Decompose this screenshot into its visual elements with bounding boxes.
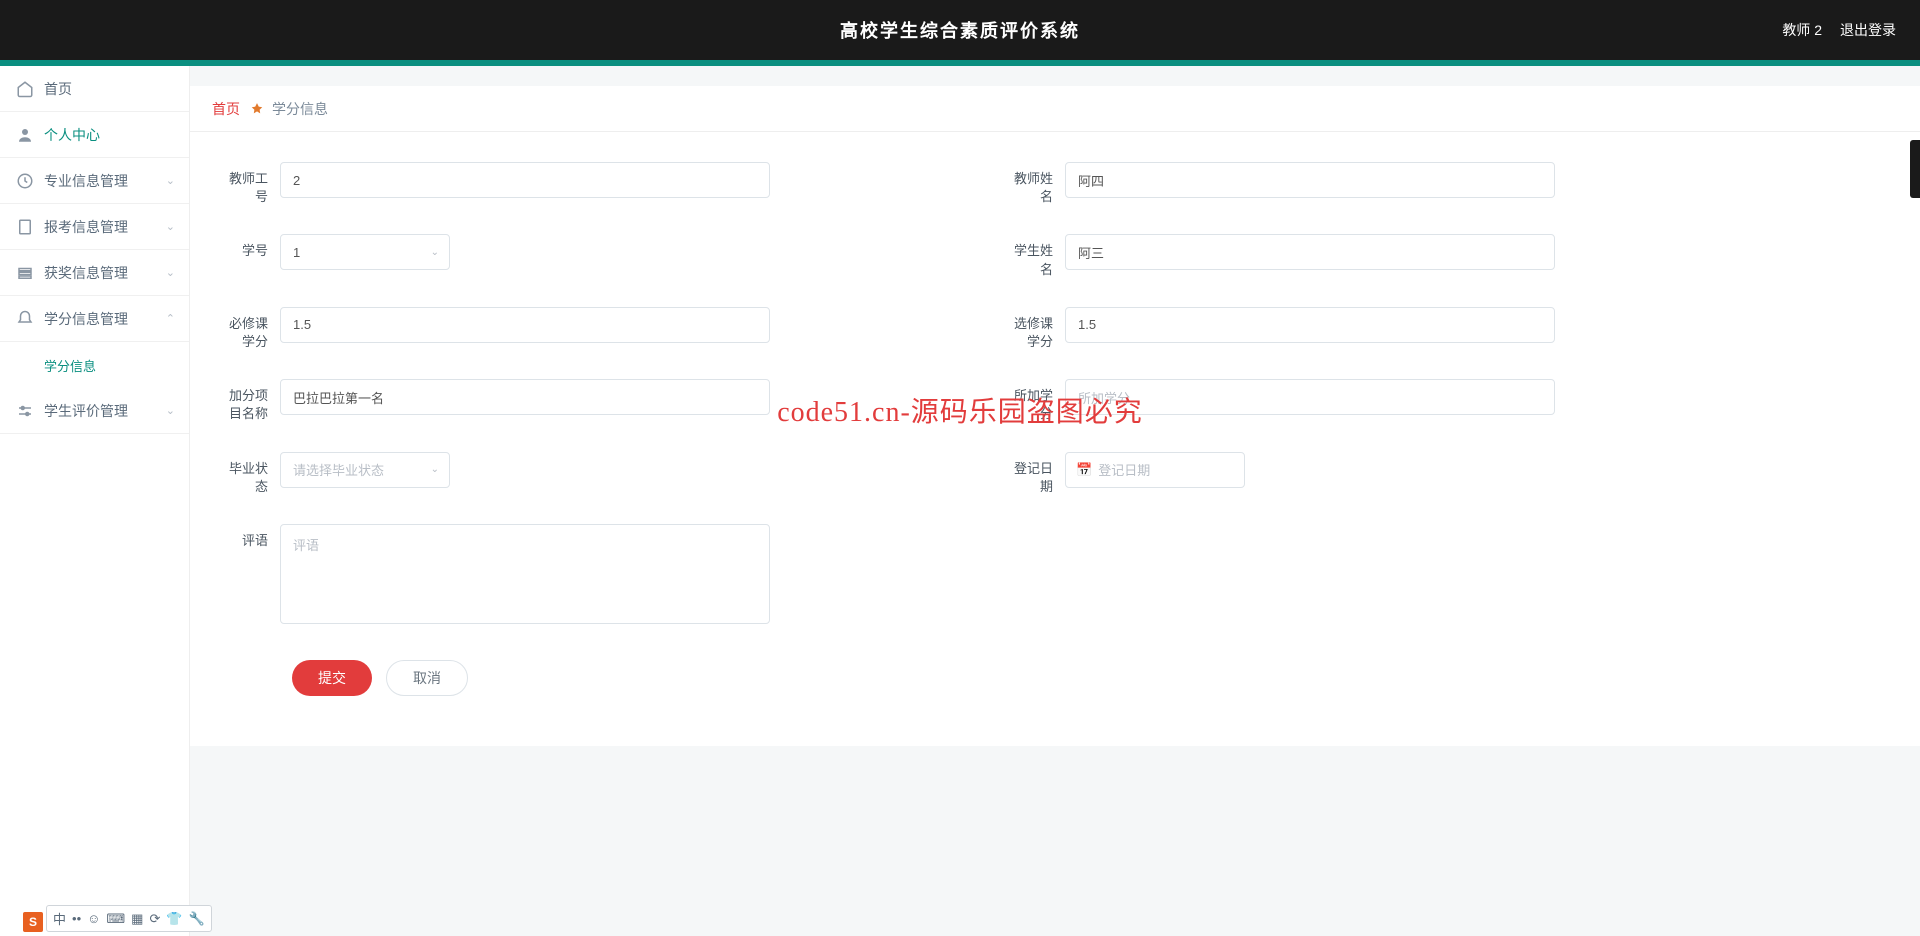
elective-credit-input[interactable]: 1.5	[1065, 307, 1555, 343]
student-no-select[interactable]: 1⌄	[280, 234, 450, 270]
ime-item[interactable]: 中	[53, 909, 66, 928]
ime-item[interactable]: 🔧	[189, 911, 205, 927]
reg-date-input[interactable]: 📅登记日期	[1065, 452, 1245, 488]
elective-credit-label: 选修课学分	[1005, 307, 1065, 351]
chevron-up-icon: ⌃	[166, 312, 175, 325]
clock-icon	[16, 172, 34, 190]
right-side-tab[interactable]	[1910, 140, 1920, 198]
nav-personal-center[interactable]: 个人中心	[0, 112, 189, 158]
grad-status-label: 毕业状态	[220, 452, 280, 496]
teacher-name-input[interactable]: 阿四	[1065, 162, 1555, 198]
breadcrumb-home[interactable]: 首页	[212, 99, 240, 119]
nav-home[interactable]: 首页	[0, 66, 189, 112]
chevron-down-icon: ⌄	[431, 247, 439, 258]
reg-date-label: 登记日期	[1005, 452, 1065, 496]
nav-credit-info-sub[interactable]: 学分信息	[0, 342, 189, 388]
app-title: 高校学生综合素质评价系统	[840, 17, 1080, 43]
required-credit-label: 必修课学分	[220, 307, 280, 351]
student-name-input[interactable]: 阿三	[1065, 234, 1555, 270]
credit-form: 教师工号 2 教师姓名 阿四 学号 1⌄ 学生姓名 阿三 必修课学分 1	[190, 132, 1920, 746]
student-no-label: 学号	[220, 234, 280, 260]
grad-status-select[interactable]: 请选择毕业状态⌄	[280, 452, 450, 488]
accent-bar	[0, 60, 1920, 66]
teacher-name-label: 教师姓名	[1005, 162, 1065, 206]
bonus-name-label: 加分项目名称	[220, 379, 280, 423]
nav-exam-info[interactable]: 报考信息管理 ⌄	[0, 204, 189, 250]
nav-label: 获奖信息管理	[44, 263, 128, 283]
bell-icon	[16, 310, 34, 328]
nav-label: 学分信息管理	[44, 309, 128, 329]
user-icon	[16, 126, 34, 144]
breadcrumb: 首页 学分信息	[190, 86, 1920, 132]
submit-button[interactable]: 提交	[292, 660, 372, 696]
comment-label: 评语	[220, 524, 280, 550]
layers-icon	[16, 264, 34, 282]
home-icon	[16, 80, 34, 98]
nav-label: 学生评价管理	[44, 401, 128, 421]
bonus-credit-input[interactable]: 所加学分	[1065, 379, 1555, 415]
ime-item[interactable]: 👕	[166, 911, 182, 927]
ime-toolbar[interactable]: 中 •• ☺ ⌨ ▦ ⟳ 👕 🔧	[46, 905, 212, 932]
student-name-label: 学生姓名	[1005, 234, 1065, 278]
comment-textarea[interactable]: 评语	[280, 524, 770, 624]
cancel-button[interactable]: 取消	[386, 660, 468, 696]
nav-label: 个人中心	[44, 125, 100, 145]
nav-label: 专业信息管理	[44, 171, 128, 191]
ime-item[interactable]: ⌨	[106, 911, 125, 927]
teacher-no-input[interactable]: 2	[280, 162, 770, 198]
bonus-name-input[interactable]: 巴拉巴拉第一名	[280, 379, 770, 415]
nav-label: 报考信息管理	[44, 217, 128, 237]
sliders-icon	[16, 402, 34, 420]
ime-item[interactable]: ⟳	[149, 911, 160, 927]
file-icon	[16, 218, 34, 236]
breadcrumb-icon	[250, 102, 264, 116]
chevron-down-icon: ⌄	[166, 220, 175, 233]
chevron-down-icon: ⌄	[166, 266, 175, 279]
header-bar: 高校学生综合素质评价系统 教师 2 退出登录	[0, 0, 1920, 60]
teacher-no-label: 教师工号	[220, 162, 280, 206]
ime-item[interactable]: ••	[72, 911, 81, 926]
chevron-down-icon: ⌄	[431, 464, 439, 475]
nav-student-eval[interactable]: 学生评价管理 ⌄	[0, 388, 189, 434]
required-credit-input[interactable]: 1.5	[280, 307, 770, 343]
nav-sub-label: 学分信息	[44, 356, 96, 375]
calendar-icon: 📅	[1076, 462, 1092, 478]
logout-link[interactable]: 退出登录	[1840, 20, 1896, 40]
chevron-down-icon: ⌄	[166, 404, 175, 417]
nav-label: 首页	[44, 79, 72, 99]
nav-award-info[interactable]: 获奖信息管理 ⌄	[0, 250, 189, 296]
ime-item[interactable]: ▦	[131, 911, 143, 927]
chevron-down-icon: ⌄	[166, 174, 175, 187]
ime-item[interactable]: ☺	[87, 911, 100, 926]
sidebar: 首页 个人中心 专业信息管理 ⌄ 报考信息管理 ⌄ 获奖信息管理 ⌄ 学分信息管…	[0, 66, 190, 936]
nav-credit-info[interactable]: 学分信息管理 ⌃	[0, 296, 189, 342]
nav-major-info[interactable]: 专业信息管理 ⌄	[0, 158, 189, 204]
current-user-label[interactable]: 教师 2	[1782, 20, 1822, 40]
bonus-credit-label: 所加学分	[1005, 379, 1065, 423]
breadcrumb-current: 学分信息	[272, 99, 328, 119]
ime-badge[interactable]: S	[23, 912, 43, 932]
